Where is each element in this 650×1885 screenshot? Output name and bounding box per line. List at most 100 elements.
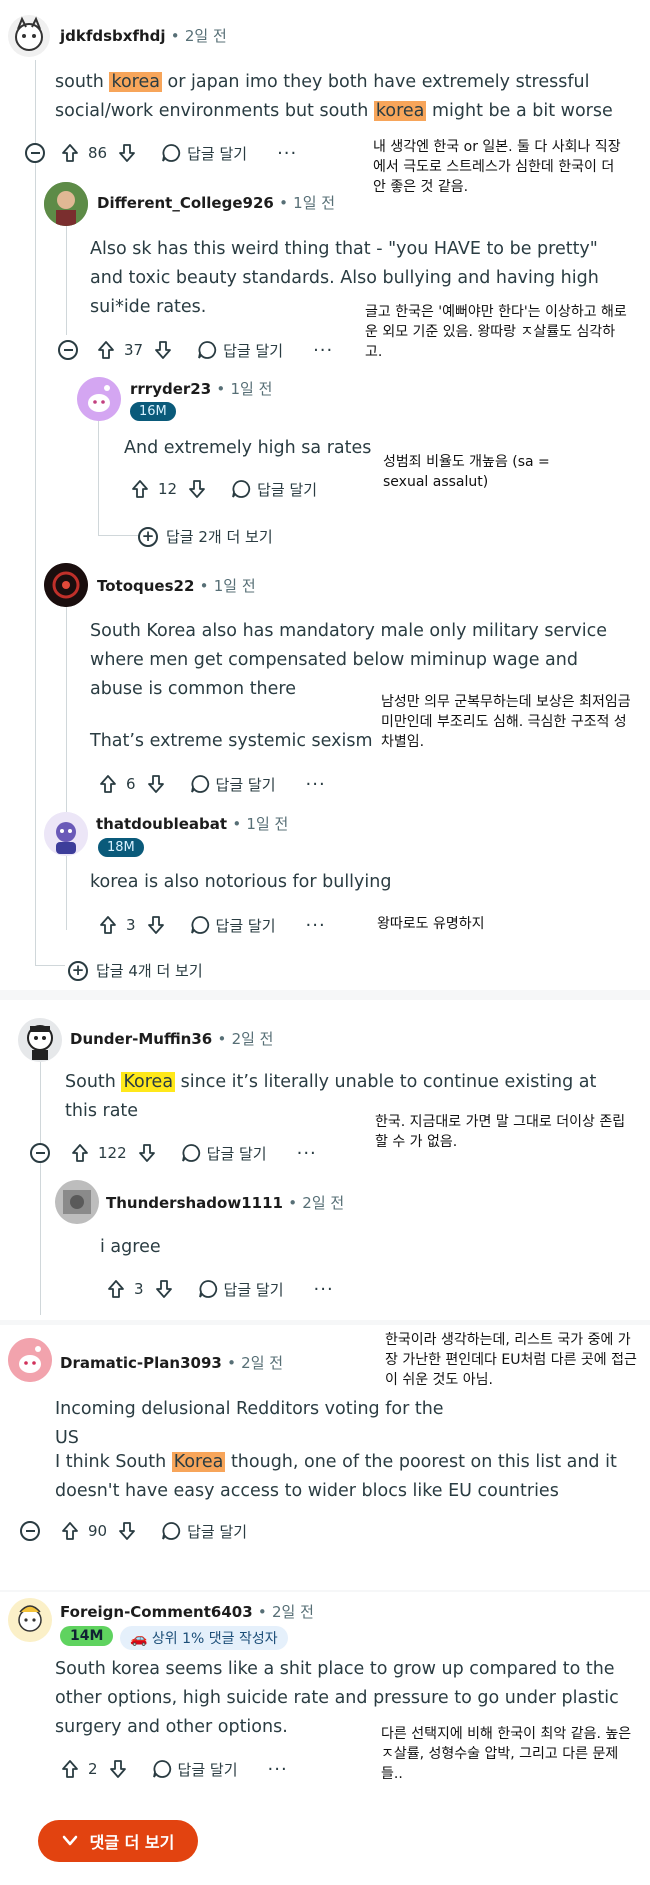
avatar[interactable] — [8, 15, 50, 57]
downvote-icon[interactable] — [185, 477, 209, 501]
comment-body: i agree — [100, 1237, 161, 1257]
upvote-icon[interactable] — [68, 1141, 92, 1165]
more-options-button[interactable]: ··· — [306, 915, 326, 936]
username[interactable]: Foreign-Comment6403 — [60, 1603, 253, 1621]
collapse-button[interactable] — [30, 1143, 50, 1163]
thread-line — [98, 535, 138, 536]
username[interactable]: Dunder-Muffin36 — [70, 1030, 212, 1048]
reply-button[interactable]: 답글 달기 — [161, 143, 247, 164]
translation-note: 한국. 지금대로 가면 말 그대로 더이상 존립할 수 가 없음. — [370, 1110, 640, 1158]
avatar[interactable] — [77, 377, 121, 421]
downvote-icon[interactable] — [151, 338, 175, 362]
reply-button[interactable]: 답글 달기 — [190, 774, 276, 795]
username[interactable]: Thundershadow1111 — [106, 1194, 283, 1212]
timestamp: 1일 전 — [213, 577, 256, 595]
upvote-icon[interactable] — [58, 1757, 82, 1781]
vote-count: 3 — [126, 916, 136, 934]
avatar[interactable] — [55, 1180, 99, 1224]
comment-author[interactable]: thatdoubleabat • 1일 전 — [96, 813, 288, 834]
more-options-button[interactable]: ··· — [297, 1143, 317, 1164]
avatar[interactable] — [44, 563, 88, 607]
comment-author[interactable]: jdkfdsbxfhdj • 2일 전 — [60, 25, 227, 46]
comment-author[interactable]: rrryder23 • 1일 전 — [130, 378, 272, 399]
comment-bubble-icon — [190, 775, 209, 793]
upvote-icon[interactable] — [58, 141, 82, 165]
username[interactable]: Dramatic-Plan3093 — [60, 1354, 222, 1372]
user-avatar-icon — [44, 812, 88, 856]
comment-author[interactable]: Foreign-Comment6403 • 2일 전 — [60, 1601, 314, 1622]
more-options-button[interactable]: ··· — [314, 1279, 334, 1300]
timestamp: 1일 전 — [230, 380, 273, 398]
chevron-down-icon — [62, 1835, 77, 1846]
upvote-icon[interactable] — [96, 772, 120, 796]
comment-bubble-icon — [198, 341, 217, 359]
upvote-icon[interactable] — [96, 913, 120, 937]
avatar[interactable] — [44, 812, 88, 856]
upvote-icon[interactable] — [128, 477, 152, 501]
reply-button[interactable]: 답글 달기 — [231, 479, 317, 500]
expand-replies-button[interactable]: + 답글 4개 더 보기 — [68, 960, 203, 981]
timestamp: 1일 전 — [293, 194, 336, 212]
reply-button[interactable]: 답글 달기 — [161, 1521, 247, 1542]
vote-count: 90 — [88, 1522, 108, 1540]
vote-count: 37 — [124, 341, 144, 359]
comment-body: I think South Korea though, one of the p… — [55, 1448, 635, 1506]
reply-button[interactable]: 답글 달기 — [181, 1143, 267, 1164]
comment-text: might be a bit worse — [426, 101, 613, 121]
downvote-icon[interactable] — [135, 1141, 159, 1165]
reply-button[interactable]: 답글 달기 — [198, 1279, 284, 1300]
downvote-icon[interactable] — [144, 913, 168, 937]
reply-button[interactable]: 답글 달기 — [152, 1759, 238, 1780]
reply-label: 답글 달기 — [215, 916, 276, 935]
more-options-button[interactable]: ··· — [277, 143, 297, 164]
upvote-icon[interactable] — [94, 338, 118, 362]
comment-author[interactable]: Dramatic-Plan3093 • 2일 전 — [60, 1352, 283, 1373]
downvote-icon[interactable] — [115, 1519, 139, 1543]
comment-text: South — [65, 1072, 122, 1092]
downvote-icon[interactable] — [144, 772, 168, 796]
comment-author[interactable]: Dunder-Muffin36 • 2일 전 — [70, 1028, 273, 1049]
top-commenter-badge: 🚗 상위 1% 댓글 작성자 — [120, 1626, 288, 1650]
reply-button[interactable]: 답글 달기 — [190, 915, 276, 936]
username[interactable]: jdkfdsbxfhdj — [60, 27, 166, 45]
comment-actions: 2 답글 달기 ··· — [58, 1757, 288, 1781]
collapse-button[interactable] — [58, 340, 78, 360]
snoo-avatar-icon — [8, 1338, 52, 1382]
collapse-button[interactable] — [20, 1521, 40, 1541]
comment-actions: 86 답글 달기 ··· — [58, 141, 297, 165]
collapse-button[interactable] — [25, 143, 45, 163]
timestamp: 2일 전 — [231, 1030, 274, 1048]
avatar[interactable] — [18, 1018, 62, 1062]
more-options-button[interactable]: ··· — [306, 774, 326, 795]
panel-gap — [0, 1320, 650, 1325]
username[interactable]: rrryder23 — [130, 380, 211, 398]
comment-text: I think South — [55, 1452, 172, 1472]
thread-line — [98, 420, 99, 535]
downvote-icon[interactable] — [115, 141, 139, 165]
comment-body: Incoming delusional Redditors voting for… — [55, 1399, 444, 1448]
upvote-icon[interactable] — [58, 1519, 82, 1543]
avatar[interactable] — [44, 182, 88, 226]
avatar[interactable] — [8, 1598, 52, 1642]
comment-actions: 3 답글 달기 ··· — [96, 913, 326, 937]
avatar[interactable] — [8, 1338, 52, 1382]
username[interactable]: Different_College926 — [97, 194, 274, 212]
more-options-button[interactable]: ··· — [313, 340, 333, 361]
comment-author[interactable]: Totoques22 • 1일 전 — [97, 575, 256, 596]
more-options-button[interactable]: ··· — [268, 1759, 288, 1780]
comment-body: south korea or japan imo they both have … — [55, 68, 630, 126]
comment-author[interactable]: Thundershadow1111 • 2일 전 — [106, 1192, 344, 1213]
reply-button[interactable]: 답글 달기 — [197, 340, 283, 361]
downvote-icon[interactable] — [106, 1757, 130, 1781]
expand-replies-button[interactable]: + 답글 2개 더 보기 — [138, 526, 273, 547]
upvote-icon[interactable] — [104, 1277, 128, 1301]
separator: • — [170, 27, 180, 45]
comment-author[interactable]: Different_College926 • 1일 전 — [97, 192, 335, 213]
downvote-icon[interactable] — [152, 1277, 176, 1301]
karma-badge: 18M — [98, 838, 144, 857]
user-avatar-icon — [18, 1018, 62, 1062]
username[interactable]: Totoques22 — [97, 577, 194, 595]
translation-note: 내 생각엔 한국 or 일본. 둘 다 사회나 직장에서 극도로 스트레스가 심… — [368, 135, 633, 195]
load-more-comments-button[interactable]: 댓글 더 보기 — [38, 1820, 198, 1862]
username[interactable]: thatdoubleabat — [96, 815, 227, 833]
